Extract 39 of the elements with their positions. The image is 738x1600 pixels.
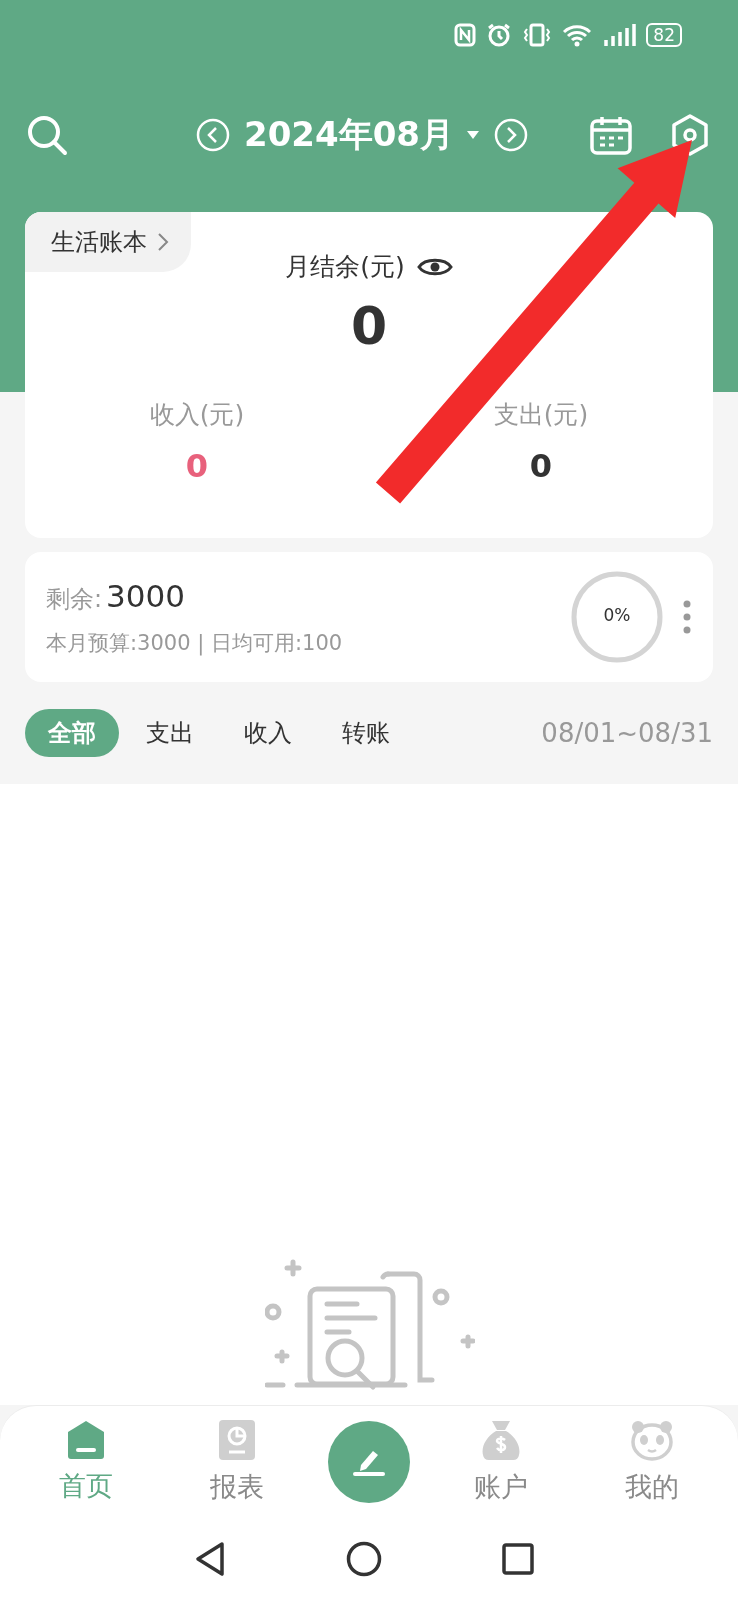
- filter-tab[interactable]: 全部: [25, 709, 119, 757]
- filter-tab[interactable]: 支出: [123, 709, 217, 757]
- nfc-icon: [454, 23, 477, 47]
- remaining-value: 3000: [106, 577, 185, 614]
- expense-value: 0: [529, 447, 553, 485]
- balance-label: 月结余(元): [285, 251, 405, 283]
- previous-month-icon[interactable]: [196, 118, 230, 152]
- income-value: 0: [185, 447, 209, 485]
- month-selector[interactable]: 2024年08月: [244, 112, 480, 158]
- book-selector[interactable]: 生活账本: [25, 212, 191, 272]
- chevron-right-icon: [157, 232, 169, 252]
- vibrate-icon: [522, 23, 553, 47]
- nav-tab[interactable]: 我的: [592, 1418, 713, 1505]
- expense-label: 支出(元): [493, 399, 589, 431]
- settings-icon[interactable]: [670, 114, 710, 156]
- budget-percent: 0%: [602, 605, 632, 625]
- income-label: 收入(元): [149, 399, 245, 431]
- nav-tab[interactable]: 账户: [441, 1418, 562, 1505]
- home-circle-icon[interactable]: [346, 1540, 382, 1577]
- date-range: 08/01~08/31: [541, 718, 713, 748]
- battery-level: 82: [646, 23, 682, 47]
- panda-icon: [630, 1418, 675, 1461]
- remaining-label: 剩余:: [46, 583, 103, 615]
- next-month-icon[interactable]: [493, 118, 528, 152]
- balance-value: 0: [350, 296, 388, 356]
- filter-tab[interactable]: 转账: [319, 709, 413, 757]
- recent-apps-icon[interactable]: [502, 1542, 534, 1575]
- nav-tab[interactable]: 首页: [25, 1419, 146, 1504]
- filter-tab[interactable]: 收入: [221, 709, 315, 757]
- back-icon[interactable]: [194, 1540, 226, 1577]
- nav-tab[interactable]: 报表: [176, 1418, 297, 1505]
- report-icon: [217, 1418, 256, 1461]
- more-icon[interactable]: [683, 600, 691, 634]
- wifi-icon: [562, 23, 593, 47]
- signal-icon: [602, 22, 637, 48]
- search-icon[interactable]: [26, 114, 68, 156]
- budget-detail: 本月预算:3000 | 日均可用:100: [46, 629, 344, 657]
- home-icon: [66, 1419, 105, 1460]
- calendar-icon[interactable]: [590, 115, 632, 155]
